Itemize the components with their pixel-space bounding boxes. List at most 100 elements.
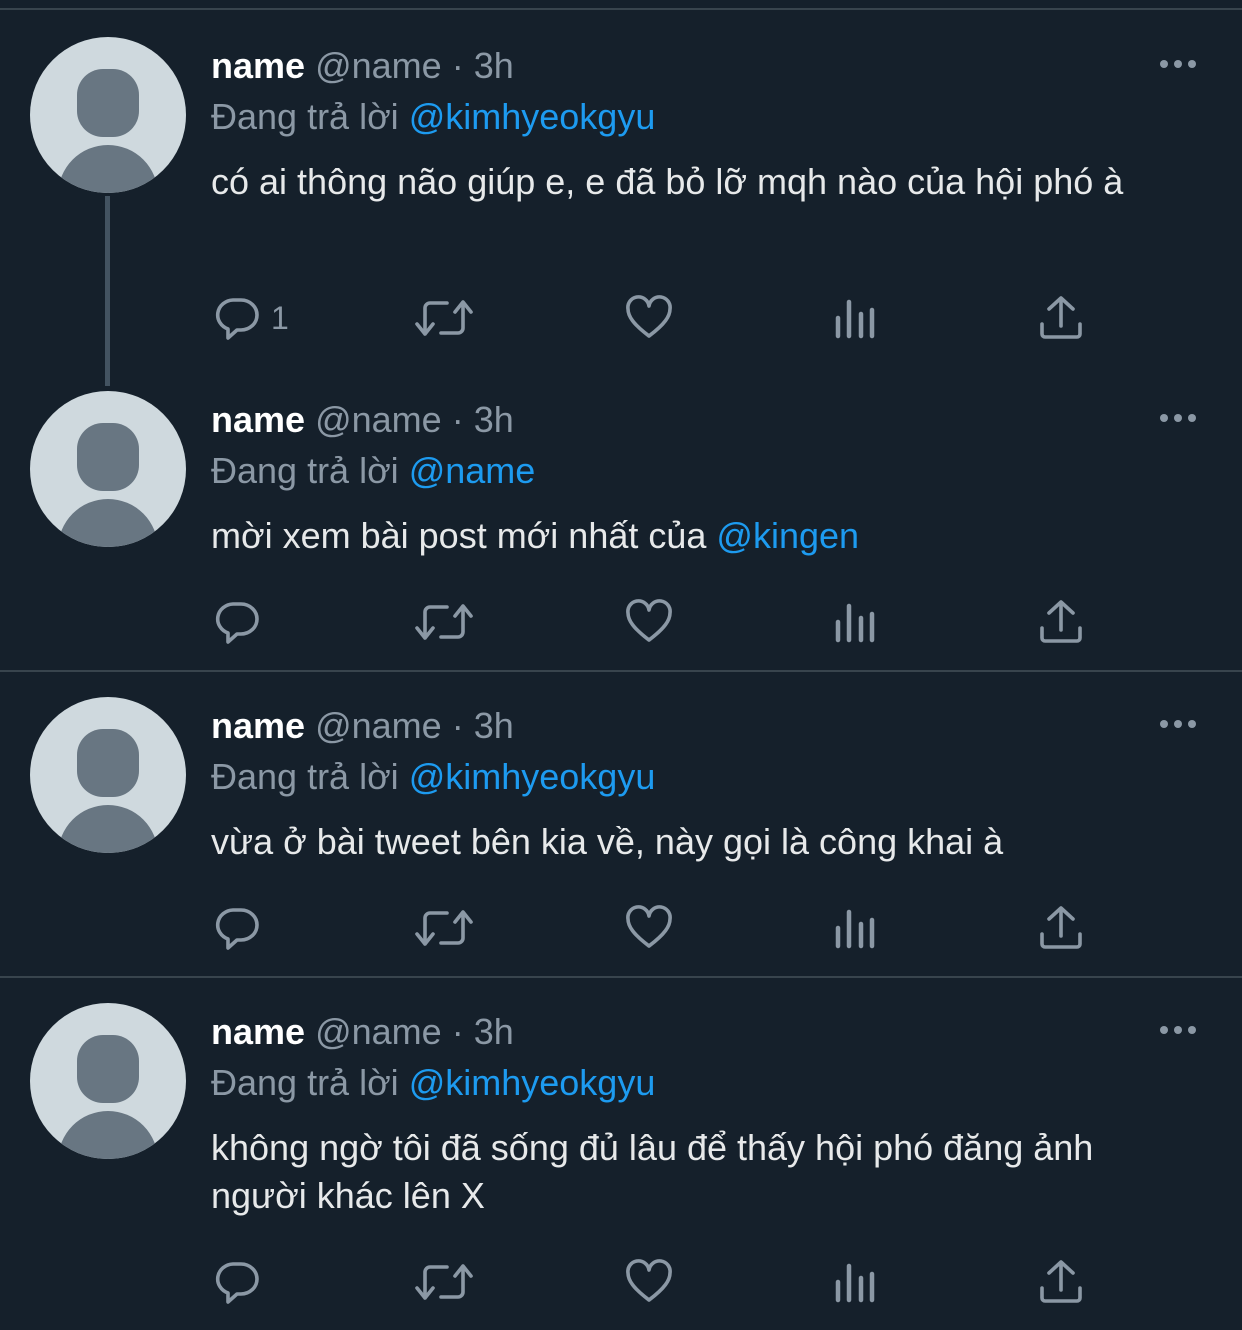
views-icon [835,1263,875,1303]
handle[interactable]: @name [315,399,442,440]
tweet-header: name @name · 3h [211,1008,514,1056]
tweet-text: mời xem bài post mới nhất của @kingen [211,512,1191,560]
retweet-button[interactable] [415,898,475,954]
reply-button[interactable]: 1 [213,288,303,344]
timestamp[interactable]: 3h [474,399,514,440]
views-icon [835,909,875,949]
tweet-header: name @name · 3h [211,396,514,444]
views-button[interactable] [834,288,884,344]
separator-dot: · [451,45,464,86]
tweet[interactable]: name @name · 3h Đang trả lời @kimhyeokgy… [0,0,1242,386]
handle[interactable]: @name [315,705,442,746]
timestamp[interactable]: 3h [474,1011,514,1052]
tweet-text-body: mời xem bài post mới nhất của [211,515,717,556]
like-button[interactable] [625,592,675,648]
views-button[interactable] [834,592,884,648]
retweet-icon [415,604,473,640]
avatar[interactable] [30,391,186,547]
like-icon [626,1259,672,1302]
like-icon [626,295,672,338]
reply-button[interactable] [213,1252,273,1308]
retweet-button[interactable] [415,1252,475,1308]
display-name[interactable]: name [211,45,305,86]
views-icon [835,603,875,643]
reply-mention[interactable]: @kimhyeokgyu [409,1062,656,1103]
avatar-body [58,805,158,853]
reply-button[interactable] [213,898,273,954]
display-name[interactable]: name [211,705,305,746]
display-name[interactable]: name [211,399,305,440]
separator-dot: · [451,705,464,746]
share-button[interactable] [1038,288,1088,344]
avatar-head [77,1035,139,1103]
avatar-head [77,729,139,797]
reply-icon [215,298,259,340]
reply-icon [215,1262,259,1304]
tweet-text: vừa ở bài tweet bên kia về, này gọi là c… [211,821,1004,862]
more-icon[interactable] [1158,1024,1198,1036]
avatar[interactable] [30,697,186,853]
retweet-button[interactable] [415,592,475,648]
tweet[interactable]: name @name · 3h Đang trả lời @kimhyeokgy… [0,672,1242,976]
share-icon [1040,296,1082,339]
tweet-header: name @name · 3h [211,702,514,750]
retweet-icon [415,300,473,336]
more-icon[interactable] [1158,718,1198,730]
share-icon [1040,600,1082,643]
retweet-icon [415,1264,473,1300]
tweet[interactable]: name @name · 3h Đang trả lời @name mời x… [0,386,1242,670]
share-button[interactable] [1038,592,1088,648]
reply-icon [215,908,259,950]
like-icon [626,905,672,948]
avatar-body [58,499,158,547]
handle[interactable]: @name [315,45,442,86]
replying-to-label: Đang trả lời [211,450,399,491]
handle[interactable]: @name [315,1011,442,1052]
reply-mention[interactable]: @kimhyeokgyu [409,756,656,797]
tweet-actions [0,898,1242,954]
reply-button[interactable] [213,592,273,648]
tweet-actions [0,1252,1242,1308]
display-name[interactable]: name [211,1011,305,1052]
tweet[interactable]: name @name · 3h Đang trả lời @kimhyeokgy… [0,978,1242,1330]
replying-to-label: Đang trả lời [211,96,399,137]
avatar[interactable] [30,1003,186,1159]
reply-mention[interactable]: @name [409,450,536,491]
like-icon [626,599,672,642]
tweet-header: name @name · 3h [211,42,514,90]
reply-count: 1 [271,300,289,336]
retweet-icon [415,910,473,946]
replying-to: Đang trả lời @kimhyeokgyu [211,1059,655,1107]
timestamp[interactable]: 3h [474,705,514,746]
more-icon[interactable] [1158,58,1198,70]
like-button[interactable] [625,288,675,344]
tweet-text: có ai thông não giúp e, e đã bỏ lỡ mqh n… [211,161,1124,202]
avatar-body [58,1111,158,1159]
share-button[interactable] [1038,1252,1088,1308]
share-icon [1040,906,1082,949]
views-button[interactable] [834,898,884,954]
avatar-head [77,69,139,137]
separator-dot: · [451,399,464,440]
share-icon [1040,1260,1082,1303]
views-button[interactable] [834,1252,884,1308]
replying-to: Đang trả lời @kimhyeokgyu [211,753,655,801]
avatar-body [58,145,158,193]
replying-to-label: Đang trả lời [211,756,399,797]
timestamp[interactable]: 3h [474,45,514,86]
reply-icon [215,602,259,644]
more-icon[interactable] [1158,412,1198,424]
retweet-button[interactable] [415,288,475,344]
tweet-actions: 1 [0,288,1242,344]
reply-mention[interactable]: @kimhyeokgyu [409,96,656,137]
replying-to: Đang trả lời @kimhyeokgyu [211,93,655,141]
like-button[interactable] [625,898,675,954]
text-mention[interactable]: @kingen [716,515,859,556]
replying-to-label: Đang trả lời [211,1062,399,1103]
separator-dot: · [451,1011,464,1052]
like-button[interactable] [625,1252,675,1308]
views-icon [835,299,875,339]
tweet-text: không ngờ tôi đã sống đủ lâu để thấy hội… [211,1127,1094,1216]
avatar[interactable] [30,37,186,193]
share-button[interactable] [1038,898,1088,954]
